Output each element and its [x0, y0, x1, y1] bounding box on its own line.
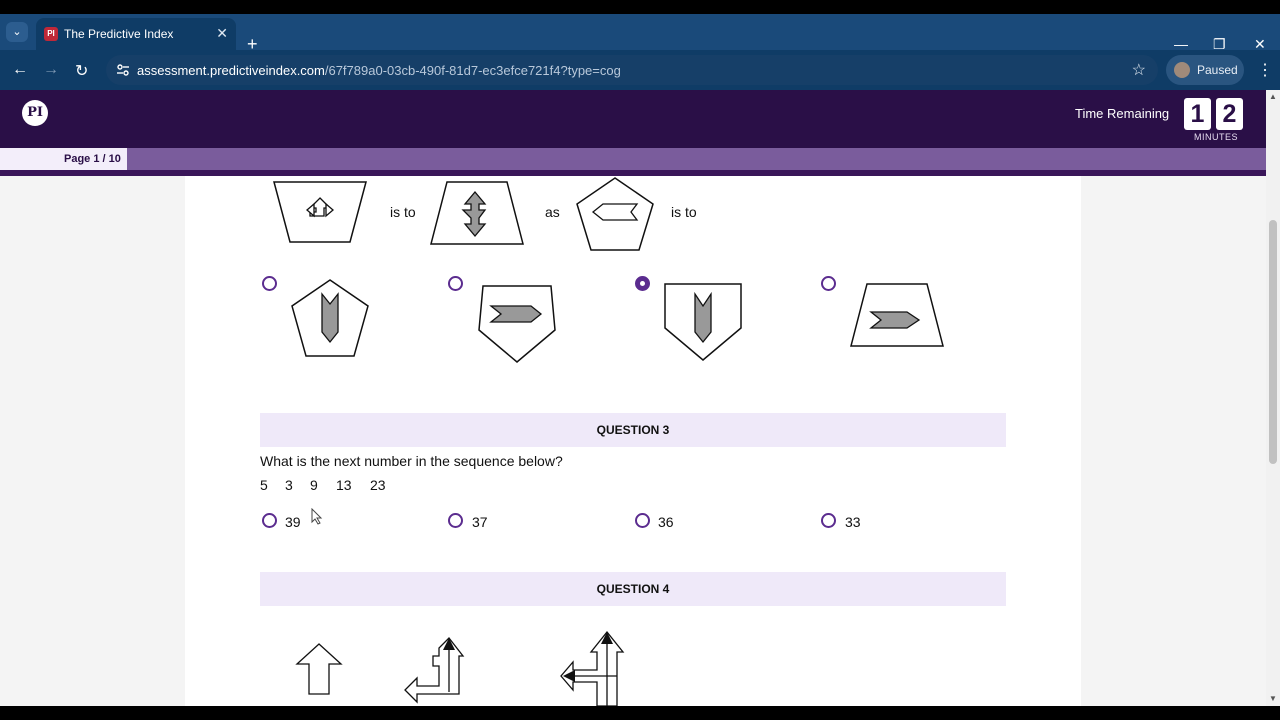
- q3-option-4-radio[interactable]: [821, 513, 836, 528]
- timer-unit-label: MINUTES: [1194, 132, 1238, 142]
- q3-option-1-radio[interactable]: [262, 513, 277, 528]
- sequence-number: 13: [336, 477, 352, 493]
- q3-option-3-label[interactable]: 36: [658, 514, 674, 530]
- q2-option-3-shape[interactable]: [663, 282, 743, 362]
- sequence-number: 23: [370, 477, 386, 493]
- q2-option-2-shape[interactable]: [477, 284, 557, 364]
- q4-sequence-shape-1: [295, 643, 343, 695]
- q2-option-4-radio[interactable]: [821, 276, 836, 291]
- analogy-text-2: as: [545, 204, 560, 220]
- tab-title: The Predictive Index: [64, 27, 174, 41]
- scroll-down-icon[interactable]: ▼: [1269, 694, 1277, 703]
- page-progress-bar: Page 1 / 10: [0, 148, 1266, 176]
- profile-button[interactable]: Paused: [1166, 55, 1244, 85]
- browser-tab-strip: ⌄ PI The Predictive Index ✕ + — ❐ ✕: [0, 14, 1280, 54]
- question-4-title: QUESTION 4: [596, 582, 670, 596]
- q2-option-2-radio[interactable]: [448, 276, 463, 291]
- q3-option-4-label[interactable]: 33: [845, 514, 861, 530]
- q2-option-4-shape[interactable]: [849, 282, 945, 348]
- timer-digit-ones: 2: [1216, 98, 1243, 130]
- progress-fill: Page 1 / 10: [0, 148, 127, 170]
- url-text: assessment.predictiveindex.com/67f789a0-…: [137, 63, 621, 78]
- close-icon[interactable]: ✕: [216, 25, 228, 42]
- os-bottom-bar: [0, 706, 1280, 720]
- sequence-number: 9: [310, 477, 318, 493]
- analogy-shape-2: [430, 181, 524, 245]
- avatar: [1174, 62, 1190, 78]
- tab-search-button[interactable]: ⌄: [6, 22, 28, 42]
- analogy-text-1: is to: [390, 204, 416, 220]
- q2-option-3-radio[interactable]: [635, 276, 650, 291]
- time-remaining-label: Time Remaining: [1075, 106, 1170, 121]
- timer-digit-tens: 1: [1184, 98, 1211, 130]
- analogy-text-3: is to: [671, 204, 697, 220]
- question-3-header: QUESTION 3: [260, 413, 1006, 447]
- mouse-cursor-icon: [311, 508, 323, 525]
- q3-option-2-radio[interactable]: [448, 513, 463, 528]
- assessment-content: is to as is to QUESTION 3 What is the ne…: [185, 176, 1081, 706]
- pi-logo: PI: [22, 100, 48, 126]
- forward-icon[interactable]: →: [43, 61, 59, 79]
- q2-option-1-shape[interactable]: [290, 278, 370, 358]
- page-scrollbar[interactable]: ▲ ▼: [1266, 90, 1280, 706]
- site-settings-icon[interactable]: [116, 63, 130, 77]
- q2-option-1-radio[interactable]: [262, 276, 277, 291]
- q3-option-2-label[interactable]: 37: [472, 514, 488, 530]
- page-indicator: Page 1 / 10: [64, 153, 121, 165]
- sequence-number: 3: [285, 477, 293, 493]
- q4-sequence-shape-3: [560, 630, 625, 706]
- scroll-up-icon[interactable]: ▲: [1269, 92, 1277, 101]
- sequence-number: 5: [260, 477, 268, 493]
- analogy-shape-3: [576, 177, 654, 251]
- back-icon[interactable]: ←: [12, 61, 28, 79]
- address-bar-row: ← → ↻ assessment.predictiveindex.com/67f…: [0, 50, 1280, 90]
- q3-option-1-label[interactable]: 39: [285, 514, 301, 530]
- bookmark-star-icon[interactable]: ☆: [1132, 60, 1146, 80]
- question-4-header: QUESTION 4: [260, 572, 1006, 606]
- browser-tab[interactable]: PI The Predictive Index ✕: [36, 18, 236, 50]
- url-field[interactable]: assessment.predictiveindex.com/67f789a0-…: [106, 55, 1158, 85]
- question-3-title: QUESTION 3: [596, 423, 670, 437]
- pi-favicon-icon: PI: [44, 27, 58, 41]
- os-top-bar: [0, 0, 1280, 14]
- reload-icon[interactable]: ↻: [75, 61, 88, 81]
- q3-option-3-radio[interactable]: [635, 513, 650, 528]
- profile-status: Paused: [1197, 63, 1238, 77]
- question-3-prompt: What is the next number in the sequence …: [260, 453, 563, 469]
- q4-sequence-shape-2: [404, 637, 465, 704]
- scrollbar-thumb[interactable]: [1269, 220, 1277, 464]
- assessment-header: PI Time Remaining 1 2 MINUTES: [0, 90, 1266, 148]
- browser-menu-icon[interactable]: ⋮: [1257, 60, 1273, 80]
- analogy-shape-1: [273, 181, 367, 243]
